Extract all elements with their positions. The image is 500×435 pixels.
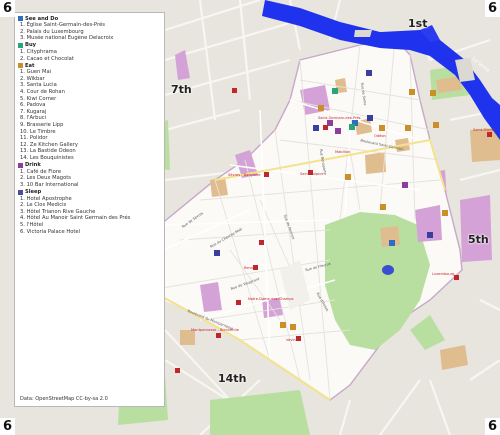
legend-section-sleep: Sleep 1. Hotel Apostrophe 2. Le Clos Med… [18,189,161,235]
legend-item[interactable]: 4. Cour de Rohan [18,89,161,96]
corner-badge-top-left: 6 [0,0,15,17]
legend-item[interactable]: 13. La Bastide Odeon [18,148,161,155]
legend-section-drink: Drink 1. Café de Flore 2. Les Deux Magot… [18,162,161,188]
legend-section-header: Eat [18,63,161,70]
legend-item[interactable]: 12. Ze Kitchen Gallery [18,142,161,149]
corner-badge-bottom-right: 6 [485,418,500,435]
sleep-swatch-icon [18,189,23,195]
map-legend: See and Do 1. Église Saint-Germain-des-P… [14,12,165,407]
arrondissement-5th-label: 5th [468,233,489,246]
legend-item[interactable]: 8. l'Arbuci [18,115,161,122]
corner-badge-bottom-left: 6 [0,418,15,435]
legend-section-header: Drink [18,162,161,169]
legend-section-see-and-do: See and Do 1. Église Saint-Germain-des-P… [18,16,161,42]
legend-item[interactable]: 1. Café de Flore [18,169,161,176]
legend-item[interactable]: 9. Brasserie Lipp [18,122,161,129]
place-label: Luxembourg [432,272,455,276]
legend-item[interactable]: 1. Guen Mai [18,69,161,76]
legend-section-title: Buy [25,42,37,49]
legend-item[interactable]: 7. Kugaraj [18,109,161,116]
buy-swatch-icon [18,43,23,49]
arrondissement-1st-label: 1st [408,17,428,30]
legend-section-title: Eat [25,62,35,69]
place-label: Saint-Germain-des-Prés [318,116,361,120]
place-label: Notre-Dame-des-Champs [248,297,294,301]
building-inner-6 [365,152,386,174]
legend-item[interactable]: 1. Cityphrama [18,49,161,56]
place-label: Odéon [374,134,386,138]
eat-swatch-icon [18,63,23,69]
data-source-credit[interactable]: Data: OpenStreetMap CC-by-sa 2.0 [20,396,108,403]
place-label: Rennes [244,266,258,270]
building-outer-east [460,195,492,262]
luxembourg-basin [382,265,394,275]
legend-item[interactable]: 3. Musée national Eugène Delacroix [18,35,161,42]
place-label: Saint-Sulpice [300,172,324,176]
legend-item[interactable]: 11. Polidor [18,135,161,142]
place-label: Saint-Michel [473,128,496,132]
arrondissement-14th-label: 14th [218,372,247,385]
place-label: Sèvres - Babylone [228,173,261,177]
legend-item[interactable]: 1. Église Saint-Germain-des-Prés [18,22,161,29]
legend-item[interactable]: 2. Le Clos Medicis [18,202,161,209]
legend-item[interactable]: 2. Cacao et Chocolat [18,56,161,63]
legend-item[interactable]: 14. Les Bouquinistes [18,155,161,162]
drink-swatch-icon [18,162,23,168]
legend-item[interactable]: 1. Hotel Apostrophe [18,196,161,203]
see-and-do-swatch-icon [18,16,23,22]
legend-item[interactable]: 6. Padova [18,102,161,109]
legend-section-header: Sleep [18,189,161,196]
legend-section-eat: Eat 1. Guen Mai 2. Wikbar 3. Santa Lucia… [18,63,161,162]
pont-neuf [354,30,372,37]
legend-section-header: Buy [18,42,161,49]
legend-item[interactable]: 3. Santa Lucia [18,82,161,89]
legend-item[interactable]: 2. Les Deux Magots [18,175,161,182]
legend-item[interactable]: 4. Hôtel Au Manoir Saint Germain des Pré… [18,215,161,222]
arrondissement-7th-label: 7th [171,83,192,96]
legend-item[interactable]: 2. Wikbar [18,76,161,83]
corner-badge-top-right: 6 [485,0,500,17]
legend-item[interactable]: 6. Victoria Palace Hotel [18,229,161,236]
place-label: Montparnasse - Bienvenüe [191,328,239,332]
legend-item[interactable]: 10. Le Timbre [18,129,161,136]
place-label: Mabillon [335,150,351,154]
place-label: Vavin [286,338,296,342]
legend-item[interactable]: 3. 10 Bar International [18,182,161,189]
building-outer-west [180,330,195,345]
legend-section-title: Sleep [25,188,42,195]
legend-item[interactable]: 5. l'Hôtel [18,222,161,229]
legend-item[interactable]: 5. Kiwi Corner [18,96,161,103]
legend-section-buy: Buy 1. Cityphrama 2. Cacao et Chocolat [18,42,161,62]
legend-section-title: Drink [25,162,41,169]
